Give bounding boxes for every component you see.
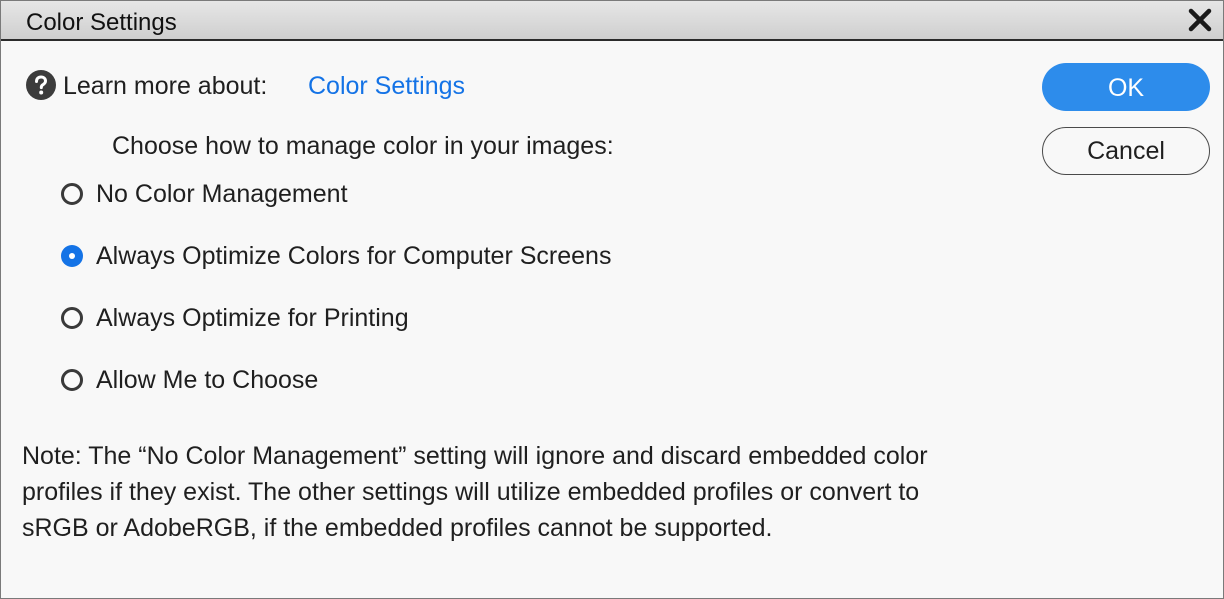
radio-option-label: No Color Management bbox=[96, 180, 348, 208]
radio-button[interactable] bbox=[61, 369, 83, 391]
radio-button[interactable] bbox=[61, 183, 83, 205]
note-text: Note: The “No Color Management” setting … bbox=[22, 442, 928, 542]
dialog-title: Color Settings bbox=[26, 9, 177, 36]
radio-option-label: Allow Me to Choose bbox=[96, 366, 319, 394]
radio-option-optimize-screens[interactable]: Always Optimize Colors for Computer Scre… bbox=[61, 240, 611, 272]
radio-option-allow-me-to-choose[interactable]: Allow Me to Choose bbox=[61, 364, 318, 396]
cancel-button[interactable]: Cancel bbox=[1042, 127, 1210, 175]
question-circle-icon[interactable] bbox=[25, 69, 57, 101]
close-icon[interactable] bbox=[1185, 5, 1215, 35]
ok-button[interactable]: OK bbox=[1042, 63, 1210, 111]
radio-option-label: Always Optimize for Printing bbox=[96, 304, 409, 332]
title-bar: Color Settings bbox=[1, 1, 1223, 41]
learn-more-label: Learn more about: bbox=[63, 72, 268, 100]
color-settings-help-link[interactable]: Color Settings bbox=[308, 71, 465, 101]
radio-option-label: Always Optimize Colors for Computer Scre… bbox=[96, 242, 612, 270]
radio-button[interactable] bbox=[61, 307, 83, 329]
radio-button-selected[interactable] bbox=[61, 245, 83, 267]
color-settings-dialog: Color Settings Learn more about: Color S… bbox=[0, 0, 1224, 599]
radio-option-optimize-printing[interactable]: Always Optimize for Printing bbox=[61, 302, 409, 334]
manage-color-prompt: Choose how to manage color in your image… bbox=[112, 132, 614, 160]
radio-option-no-color-management[interactable]: No Color Management bbox=[61, 178, 348, 210]
